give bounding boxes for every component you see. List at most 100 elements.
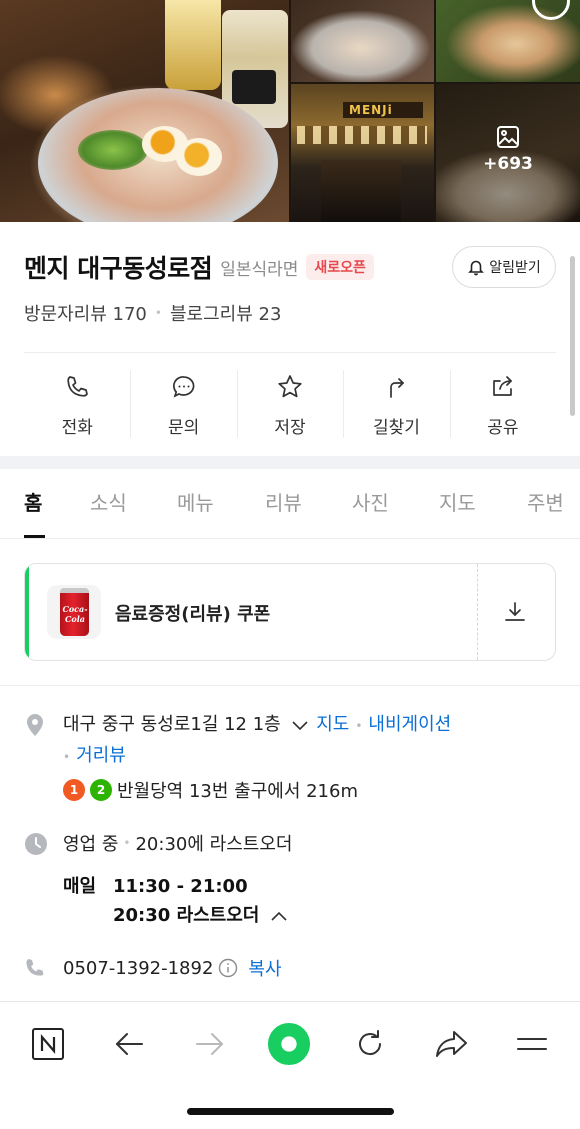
tab-map[interactable]: 지도 <box>439 487 476 516</box>
section-separator <box>0 456 580 469</box>
coupon-title: 음료증정(리뷰) 쿠폰 <box>115 604 271 625</box>
separator-dot: • <box>63 750 71 764</box>
notify-label: 알림받기 <box>489 260 541 276</box>
separator-dot: • <box>154 306 162 320</box>
subway-info: 1 2 반월당역 13번 출구에서 216m <box>63 777 358 803</box>
storefront-sign-text: MENJi <box>349 103 393 117</box>
more-photos-thumbnail[interactable]: +693 <box>436 84 580 222</box>
photo-gallery[interactable]: MENJi +693 <box>0 0 580 222</box>
address-row: 대구 중구 동성로1길 12 1층 지도 • 내비게이션 • 거리뷰 <box>63 710 543 772</box>
divider <box>24 352 556 353</box>
save-button[interactable]: 저장 <box>236 370 343 438</box>
clock-icon <box>24 832 48 860</box>
directions-icon <box>383 372 409 402</box>
address-text: 대구 중구 동성로1길 12 1층 <box>63 714 281 735</box>
coupon-card[interactable]: Coca-Cola 음료증정(리뷰) 쿠폰 <box>24 563 556 661</box>
save-label: 저장 <box>274 418 306 438</box>
arrow-left-icon <box>116 1033 143 1055</box>
chevron-up-icon[interactable] <box>269 909 289 923</box>
map-link[interactable]: 지도 <box>316 714 349 735</box>
photo-thumbnail[interactable]: MENJi <box>291 84 434 222</box>
navigation-link[interactable]: 내비게이션 <box>368 714 451 735</box>
main-photo[interactable] <box>0 0 289 222</box>
inquiry-button[interactable]: 문의 <box>130 370 236 438</box>
beer-mug-image <box>165 0 221 90</box>
image-icon <box>497 126 519 148</box>
scrollbar[interactable] <box>570 256 575 416</box>
more-photos-count: +693 <box>483 154 533 174</box>
new-open-badge: 새로오픈 <box>306 254 374 280</box>
chat-bubble-icon <box>171 372 197 402</box>
phone-icon <box>64 372 90 402</box>
download-icon <box>505 602 525 621</box>
separator-dot: • <box>123 836 131 850</box>
place-category: 일본식라면 <box>220 259 299 280</box>
home-indicator[interactable] <box>187 1108 394 1115</box>
photo-thumbnail[interactable] <box>436 0 580 82</box>
tab-reviews[interactable]: 리뷰 <box>265 487 302 516</box>
back-button[interactable] <box>107 1022 151 1066</box>
coupon-download-button[interactable] <box>503 600 527 628</box>
copy-button[interactable]: 복사 <box>248 955 281 981</box>
visitor-reviews-link[interactable]: 방문자리뷰 170 <box>24 300 147 326</box>
bell-icon <box>468 260 485 276</box>
phone-icon <box>24 957 46 983</box>
refresh-icon <box>359 1030 382 1056</box>
cola-can-logo: Coca-Cola <box>62 604 88 624</box>
last-order-time: 20:30 라스트오더 <box>113 905 260 926</box>
blog-reviews-link[interactable]: 블로그리뷰 23 <box>170 300 281 326</box>
open-status: 영업 중 <box>63 834 119 855</box>
share-button[interactable] <box>429 1022 473 1066</box>
storefront-door <box>321 160 401 222</box>
directions-button[interactable]: 길찾기 <box>343 370 449 438</box>
tab-menu[interactable]: 메뉴 <box>177 487 214 516</box>
divider <box>0 685 580 686</box>
hours-time: 11:30 - 21:00 <box>113 876 248 897</box>
menu-button[interactable] <box>510 1022 554 1066</box>
tab-news[interactable]: 소식 <box>90 487 127 516</box>
coupon-accent-bar <box>25 564 29 660</box>
subway-line-2-badge: 2 <box>90 779 112 801</box>
separator-dot: • <box>355 719 363 733</box>
location-pin-icon <box>24 713 46 741</box>
storefront-lights <box>297 126 427 144</box>
notify-button[interactable]: 알림받기 <box>452 246 556 288</box>
overlay-circle <box>532 0 570 20</box>
share-arrow-icon <box>436 1031 467 1057</box>
green-dot-icon <box>267 1022 311 1066</box>
action-bar: 전화 문의 저장 길찾기 공유 <box>24 370 556 438</box>
call-label: 전화 <box>61 418 93 438</box>
call-button[interactable]: 전화 <box>24 370 130 438</box>
info-circle-icon[interactable] <box>218 958 238 978</box>
green-onion-image <box>78 130 148 170</box>
forward-button[interactable] <box>188 1022 232 1066</box>
bottle-label-image <box>232 70 276 104</box>
directions-label: 길찾기 <box>372 418 420 438</box>
tab-photos[interactable]: 사진 <box>352 487 389 516</box>
last-order-note: 20:30에 라스트오더 <box>135 834 293 855</box>
green-dot-button[interactable] <box>267 1022 311 1066</box>
place-header: 멘지 대구동성로점 일본식라면 새로오픈 <box>24 249 374 285</box>
photo-thumbnail[interactable] <box>291 0 434 82</box>
business-status: 영업 중 • 20:30에 라스트오더 <box>63 830 292 856</box>
share-icon <box>489 372 517 402</box>
street-view-link[interactable]: 거리뷰 <box>76 745 126 766</box>
tab-bar: 홈 소식 메뉴 리뷰 사진 지도 주변 <box>0 469 580 539</box>
egg-image <box>176 138 222 176</box>
hours-detail: 매일 11:30 - 21:00 20:30 라스트오더 <box>63 872 289 930</box>
coupon-perforation <box>477 564 478 660</box>
subway-line-1-badge: 1 <box>63 779 85 801</box>
tab-nearby[interactable]: 주변 <box>527 487 564 516</box>
review-counts: 방문자리뷰 170 • 블로그리뷰 23 <box>24 300 281 326</box>
phone-row: 0507-1392-1892 복사 <box>63 955 282 981</box>
hours-day: 매일 <box>63 876 97 897</box>
chevron-down-icon[interactable] <box>290 718 310 732</box>
share-button[interactable]: 공유 <box>449 370 556 438</box>
refresh-button[interactable] <box>348 1022 392 1066</box>
tab-home[interactable]: 홈 <box>24 487 42 516</box>
subway-text: 반월당역 13번 출구에서 216m <box>117 781 358 802</box>
arrow-right-icon <box>196 1033 223 1055</box>
more-photos[interactable]: +693 <box>436 124 580 174</box>
share-label: 공유 <box>487 418 519 438</box>
naver-home-button[interactable] <box>26 1022 70 1066</box>
